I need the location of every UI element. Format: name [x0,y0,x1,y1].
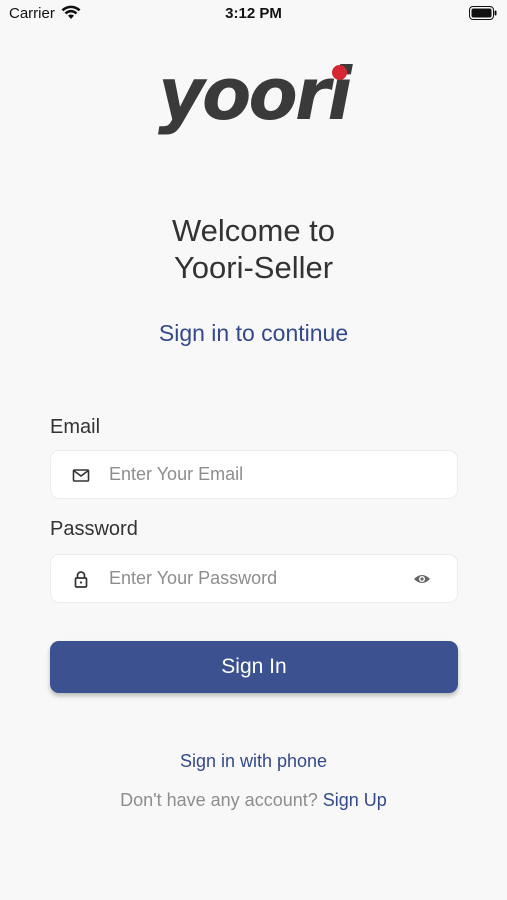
status-time: 3:12 PM [225,5,282,22]
email-field-container[interactable] [50,450,458,499]
sign-up-link[interactable]: Sign Up [323,790,387,810]
lock-icon [71,569,91,589]
email-label: Email [50,416,101,438]
sign-in-button[interactable]: Sign In [50,641,458,693]
eye-icon[interactable] [413,572,431,586]
login-screen: Carrier 3:12 PM yoori Welcome to Yoori-S… [0,0,507,900]
password-label: Password [50,518,138,540]
welcome-heading: Welcome to Yoori-Seller [0,212,507,286]
signup-prompt-text: Don't have any account? [120,790,318,810]
mail-icon [71,465,91,485]
battery-icon [469,6,497,20]
status-bar: Carrier 3:12 PM [0,0,507,28]
signup-prompt-row: Don't have any account? Sign Up [0,790,507,811]
password-field-container[interactable] [50,554,458,603]
sign-in-with-phone-link[interactable]: Sign in with phone [0,751,507,772]
logo-dot [332,65,347,80]
yoori-logo: yoori [158,58,354,142]
logo-wordmark: yoori [158,52,352,136]
email-input[interactable] [109,451,409,498]
welcome-line-2: Yoori-Seller [173,250,334,285]
welcome-line-1: Welcome to [171,213,336,248]
password-input[interactable] [109,555,409,602]
sign-in-subtitle: Sign in to continue [158,320,349,346]
